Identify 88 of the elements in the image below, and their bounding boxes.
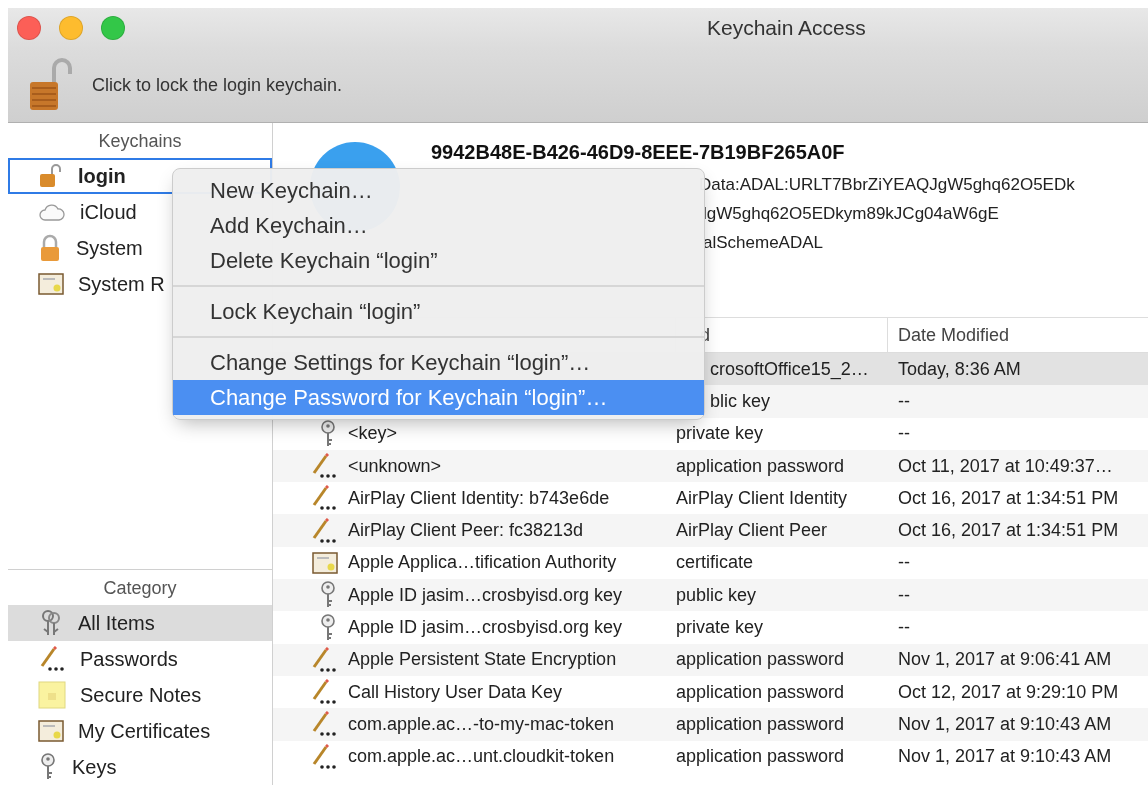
name-cell: com.apple.ac…unt.cloudkit-token xyxy=(348,746,615,767)
keychain-label: System R xyxy=(78,272,165,296)
pencil-icon xyxy=(310,517,338,544)
kind-cell: application password xyxy=(676,455,845,476)
minimize-button[interactable] xyxy=(59,16,83,40)
name-cell: <key> xyxy=(348,423,398,444)
date-cell: Oct 16, 2017 at 1:34:51 PM xyxy=(898,520,1119,541)
menu-item[interactable]: Delete Keychain “login” xyxy=(173,243,704,278)
menu-item[interactable]: Add Keychain… xyxy=(173,208,704,243)
date-cell: -- xyxy=(898,584,910,605)
kind-cell: private key xyxy=(676,617,764,637)
open-padlock-icon xyxy=(38,163,64,189)
date-cell: -- xyxy=(898,617,910,637)
name-cell: Apple ID jasim…crosbyisd.org key xyxy=(348,617,623,637)
kind-cell: application password xyxy=(676,649,845,670)
table-row[interactable]: Apple ID jasim…crosbyisd.org key public key -- xyxy=(273,579,1148,612)
category-heading: Category xyxy=(102,577,178,600)
date-cell: Nov 1, 2017 at 9:10:43 AM xyxy=(898,713,1112,734)
certificate-icon xyxy=(38,719,64,743)
open-padlock-icon[interactable] xyxy=(28,58,72,112)
kind-cell: blic key xyxy=(710,390,771,411)
zoom-button[interactable] xyxy=(101,16,125,40)
pencil-icon xyxy=(310,711,338,738)
kind-cell: crosoftOffice15_2… xyxy=(710,358,869,379)
item-title: 9942B48E-B426-46D9-8EEE-7B19BF265A0F xyxy=(431,141,846,164)
kind-cell: AirPlay Client Peer xyxy=(676,520,828,541)
date-cell: Oct 11, 2017 at 10:49:37… xyxy=(898,455,1113,476)
note-icon xyxy=(38,681,66,709)
date-cell: Nov 1, 2017 at 9:10:43 AM xyxy=(898,746,1112,767)
kind-cell: application password xyxy=(676,681,845,702)
kind-cell: public key xyxy=(676,584,757,605)
table-row[interactable]: <unknown> application password Oct 11, 2017 at 10:49:37… xyxy=(273,449,1148,483)
date-cell: Oct 12, 2017 at 9:29:10 PM xyxy=(898,681,1119,702)
category-item[interactable]: All Items xyxy=(8,605,272,641)
item-detail-text: alSchemeADAL xyxy=(702,232,824,254)
key-icon xyxy=(318,613,338,642)
key-icon xyxy=(38,753,58,781)
pencil-icon xyxy=(310,453,338,480)
keychain-label: System xyxy=(76,236,143,260)
date-cell: -- xyxy=(898,423,910,444)
name-cell: Apple Applica…tification Authority xyxy=(348,552,617,573)
date-cell: -- xyxy=(898,552,910,573)
kind-cell: application password xyxy=(676,713,845,734)
certificate-icon xyxy=(312,550,338,575)
pencil-icon xyxy=(310,743,338,770)
kind-cell: application password xyxy=(676,746,845,767)
keychain-label: iCloud xyxy=(80,200,137,224)
category-item[interactable]: Passwords xyxy=(8,641,272,677)
name-cell: Call History User Data Key xyxy=(348,681,563,702)
category-label: Keys xyxy=(72,755,117,779)
category-item[interactable]: My Certificates xyxy=(8,713,272,749)
kind-cell: AirPlay Client Identity xyxy=(676,487,848,508)
name-cell: AirPlay Client Peer: fc38213d xyxy=(348,520,584,541)
pencil-icon xyxy=(310,679,338,706)
key-icon xyxy=(318,581,338,610)
table-row[interactable]: AirPlay Client Peer: fc38213d AirPlay Client Peer Oct 16, 2017 at 1:34:51 PM xyxy=(273,514,1148,547)
category-item[interactable]: Secure Notes xyxy=(8,677,272,713)
table-row[interactable]: com.apple.ac…-to-my-mac-token application password Nov 1, 2017 at 9:10:43 AM xyxy=(273,708,1148,741)
lock-hint-text: Click to lock the login keychain. xyxy=(92,74,343,96)
padlock-icon xyxy=(38,234,62,262)
pencil-icon xyxy=(38,646,66,672)
keychains-heading: Keychains xyxy=(97,130,183,153)
category-label: Passwords xyxy=(80,647,178,671)
date-cell: -- xyxy=(898,390,910,411)
category-label: My Certificates xyxy=(78,719,211,743)
item-detail-text: lgW5ghq62O5EDkym89kJCg04aW6gE xyxy=(702,203,1000,225)
category-label: Secure Notes xyxy=(80,683,202,707)
date-cell: Nov 1, 2017 at 9:06:41 AM xyxy=(898,649,1112,670)
cloud-icon xyxy=(38,202,66,222)
name-cell: com.apple.ac…-to-my-mac-token xyxy=(348,713,615,734)
name-cell: Apple Persistent State Encryption xyxy=(348,649,617,670)
kind-cell: private key xyxy=(676,423,764,444)
category-item[interactable]: Keys xyxy=(8,749,272,785)
kind-cell: certificate xyxy=(676,552,754,573)
name-cell: Apple ID jasim…crosbyisd.org key xyxy=(348,584,623,605)
certificate-icon xyxy=(38,272,64,296)
table-row[interactable]: Apple Persistent State Encryption application password Nov 1, 2017 at 9:06:41 AM xyxy=(273,643,1148,676)
window-title: Keychain Access xyxy=(707,16,866,40)
name-cell: <unknown> xyxy=(348,455,442,476)
date-cell: Today, 8:36 AM xyxy=(898,358,1021,379)
close-button[interactable] xyxy=(17,16,41,40)
pencil-icon xyxy=(310,646,338,673)
name-cell: AirPlay Client Identity: b743e6de xyxy=(348,487,610,508)
keychain-label: login xyxy=(78,164,126,188)
category-label: All Items xyxy=(78,611,155,635)
date-cell: Oct 16, 2017 at 1:34:51 PM xyxy=(898,487,1119,508)
column-header[interactable]: Date Modified xyxy=(888,318,1148,352)
pencil-icon xyxy=(310,485,338,512)
